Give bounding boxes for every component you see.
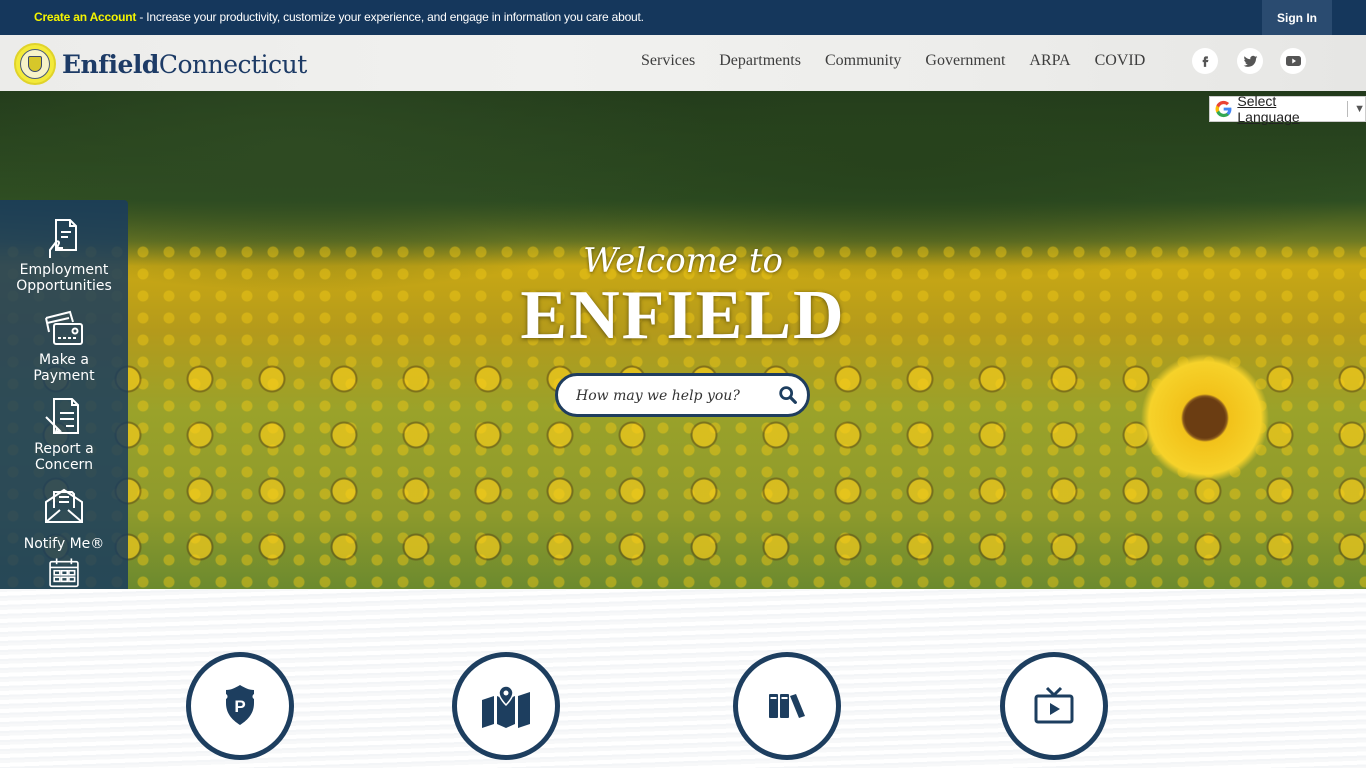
divider <box>1347 101 1349 117</box>
dropdown-arrow-icon: ▼ <box>1354 103 1365 115</box>
quick-link-label: Opportunities <box>16 278 112 294</box>
featured-link-library[interactable] <box>733 652 841 760</box>
main-nav: Services Departments Community Governmen… <box>629 52 1157 70</box>
library-books-icon <box>769 694 805 718</box>
quick-link-report-concern[interactable]: Report a Concern <box>0 395 128 473</box>
credit-card-icon <box>45 310 83 345</box>
featured-link-maps[interactable] <box>452 652 560 760</box>
create-account-promo: Create an Account - Increase your produc… <box>34 10 644 24</box>
quick-link-notify-me[interactable]: Notify Me® <box>0 484 128 552</box>
site-logo[interactable]: EnfieldConnecticut <box>14 43 307 85</box>
search-button[interactable] <box>777 384 799 406</box>
quick-links-panel: Employment Opportunities Make a Payment … <box>0 200 128 642</box>
search-input[interactable] <box>576 385 766 407</box>
featured-link-video[interactable] <box>1000 652 1108 760</box>
featured-links-section: P <box>0 589 1366 768</box>
language-selector[interactable]: Select Language ▼ <box>1209 93 1366 125</box>
quick-link-label: Concern <box>35 457 93 473</box>
google-icon <box>1215 100 1232 118</box>
site-header: EnfieldConnecticut Services Departments … <box>0 35 1366 91</box>
envelope-icon <box>45 488 83 523</box>
job-application-icon <box>49 219 77 258</box>
quick-link-payment[interactable]: Make a Payment <box>0 306 128 384</box>
sign-in-button[interactable]: Sign In <box>1262 0 1332 35</box>
nav-government[interactable]: Government <box>925 52 1005 70</box>
hero-banner: Welcome to ENFIELD <box>0 91 1366 589</box>
top-bar: Create an Account - Increase your produc… <box>0 0 1366 35</box>
nav-community[interactable]: Community <box>825 52 901 70</box>
report-form-icon <box>45 398 79 434</box>
town-title: ENFIELD <box>520 277 846 354</box>
sunflower-image <box>1140 353 1270 483</box>
select-language-label: Select Language <box>1237 93 1300 125</box>
quick-link-employment[interactable]: Employment Opportunities <box>0 216 128 294</box>
create-account-link[interactable]: Create an Account <box>34 10 136 24</box>
calendar-icon <box>49 558 79 588</box>
quick-link-label: Report a <box>34 441 94 457</box>
nav-departments[interactable]: Departments <box>719 52 801 70</box>
svg-text:P: P <box>234 697 245 716</box>
town-seal-icon <box>14 43 56 85</box>
twitter-icon[interactable] <box>1237 48 1263 74</box>
quick-link-label: Make a <box>39 352 89 368</box>
promo-text: - Increase your productivity, customize … <box>136 10 644 24</box>
quick-link-label: Notify Me® <box>23 536 105 552</box>
nav-arpa[interactable]: ARPA <box>1029 52 1070 70</box>
nav-covid[interactable]: COVID <box>1095 52 1146 70</box>
police-badge-icon: P <box>226 685 254 725</box>
youtube-icon[interactable] <box>1280 48 1306 74</box>
logo-text: EnfieldConnecticut <box>62 49 307 79</box>
site-search <box>555 373 810 417</box>
quick-link-label: Payment <box>33 368 95 384</box>
welcome-heading: Welcome to <box>583 241 783 281</box>
facebook-icon[interactable] <box>1192 48 1218 74</box>
nav-services[interactable]: Services <box>641 52 695 70</box>
search-icon <box>779 386 797 404</box>
quick-link-label: Employment <box>19 262 109 278</box>
tv-play-icon <box>1034 686 1074 724</box>
featured-link-police[interactable]: P <box>186 652 294 760</box>
map-pin-icon <box>482 685 530 728</box>
